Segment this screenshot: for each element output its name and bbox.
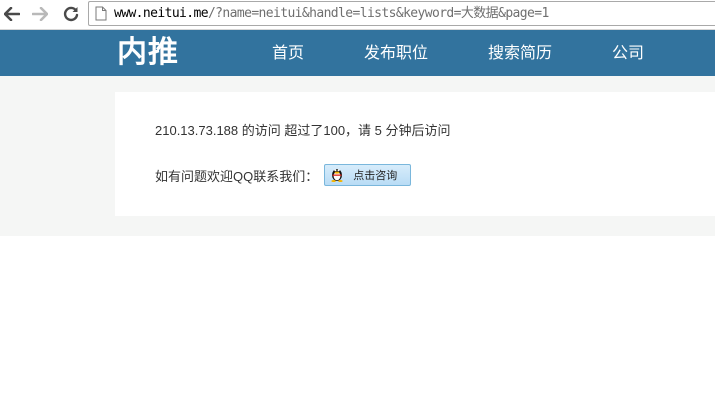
qq-penguin-icon: [329, 165, 345, 185]
url-text: www.neitui.me/?name=neitui&handle=lists&…: [114, 5, 549, 22]
qq-consult-button[interactable]: 点击咨询: [324, 164, 412, 186]
back-arrow-icon[interactable]: [1, 4, 23, 24]
reload-icon[interactable]: [60, 4, 82, 24]
browser-toolbar: www.neitui.me/?name=neitui&handle=lists&…: [0, 0, 715, 30]
contact-line: 如有问题欢迎QQ联系我们： 点击咨询: [155, 164, 412, 186]
nav-post-job[interactable]: 发布职位: [364, 43, 428, 63]
forward-arrow-icon[interactable]: [29, 4, 51, 24]
url-path: /?name=neitui&handle=lists&keyword=大数据&p…: [207, 6, 549, 21]
site-logo[interactable]: 内推: [117, 35, 179, 71]
contact-text: 如有问题欢迎QQ联系我们：: [155, 168, 319, 184]
rate-limit-message: 210.13.73.188 的访问 超过了100，请 5 分钟后访问: [155, 123, 451, 138]
site-header: 内推 首页 发布职位 搜索简历 公司: [0, 30, 715, 76]
nav-home[interactable]: 首页: [272, 43, 304, 63]
address-bar[interactable]: www.neitui.me/?name=neitui&handle=lists&…: [88, 1, 715, 26]
nav-company[interactable]: 公司: [612, 43, 644, 63]
nav-search-resume[interactable]: 搜索简历: [488, 43, 552, 63]
url-host: www.neitui.me: [114, 6, 209, 21]
notice-card: 210.13.73.188 的访问 超过了100，请 5 分钟后访问 如有问题欢…: [115, 92, 715, 216]
qq-button-label: 点击咨询: [353, 170, 398, 182]
page-icon: [95, 6, 107, 25]
